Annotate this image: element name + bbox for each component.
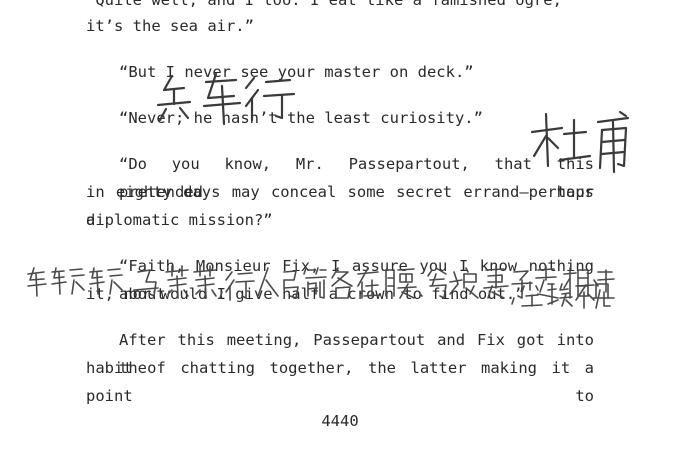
text-line-2: it’s the sea air.” [86, 17, 254, 35]
text-line-11: habit of chatting together, the latter m… [86, 359, 594, 405]
handwritten-verse-end [511, 281, 611, 309]
document-page: “Quite well, and I too. I eat like a fam… [0, 0, 680, 467]
handwritten-author [530, 110, 630, 174]
text-line-7: diplomatic mission?” [86, 211, 273, 229]
page-number: 4440 [321, 412, 359, 430]
handwritten-title [156, 72, 296, 126]
